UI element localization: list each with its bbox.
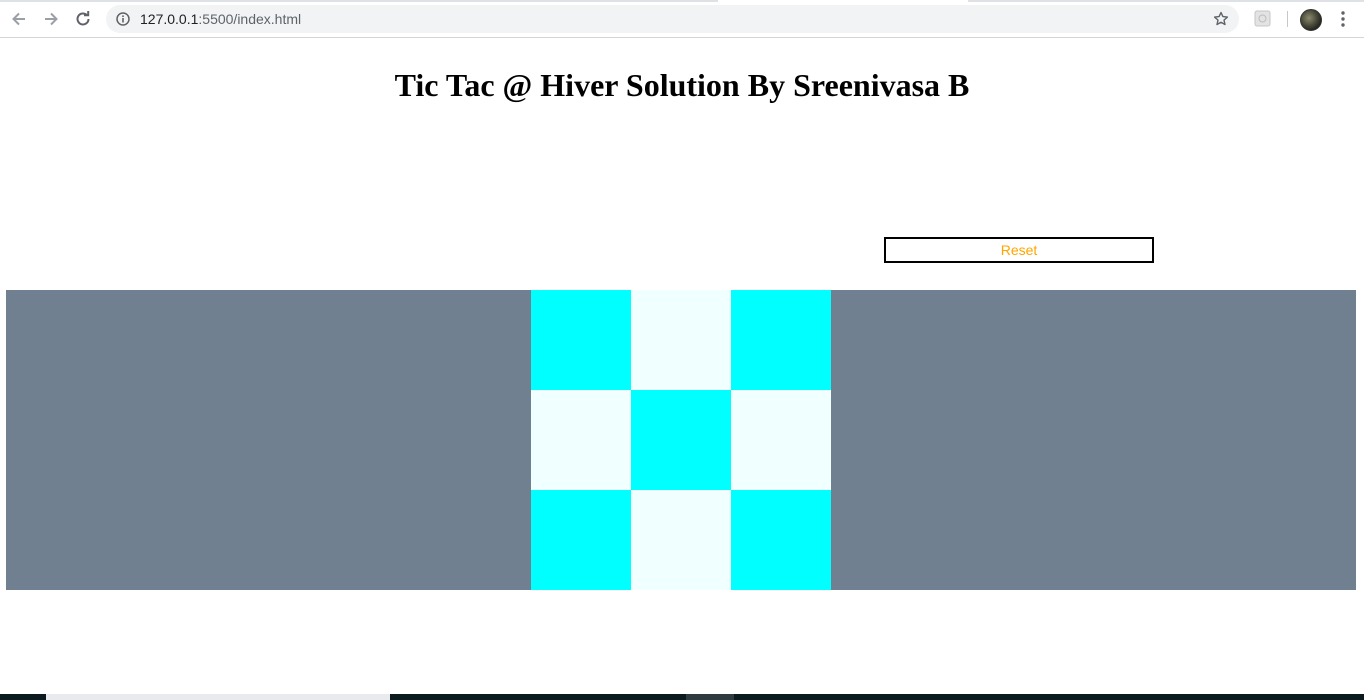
taskbar-item[interactable] (686, 694, 734, 700)
taskbar (0, 694, 1364, 700)
board-cell[interactable] (731, 390, 831, 490)
url-host: 127.0.0.1 (140, 11, 199, 27)
taskbar-item[interactable] (46, 694, 390, 700)
toolbar-separator (1287, 11, 1288, 27)
board-cell[interactable] (531, 290, 631, 390)
board-cell[interactable] (631, 290, 731, 390)
url-text: 127.0.0.1:5500/index.html (140, 11, 301, 27)
board-cell[interactable] (731, 290, 831, 390)
address-bar[interactable]: 127.0.0.1:5500/index.html (106, 5, 1239, 33)
browser-toolbar: 127.0.0.1:5500/index.html (0, 0, 1364, 38)
board-cell[interactable] (531, 390, 631, 490)
board-cell[interactable] (531, 490, 631, 590)
board-cell[interactable] (631, 390, 731, 490)
extension-icon[interactable] (1254, 10, 1271, 27)
forward-arrow-icon[interactable] (39, 7, 63, 31)
tab-strip-edge (0, 0, 718, 2)
tic-tac-toe-board (531, 290, 831, 590)
page-title: Tic Tac @ Hiver Solution By Sreenivasa B (394, 67, 970, 103)
reset-button[interactable]: Reset (884, 237, 1154, 263)
info-icon[interactable] (116, 12, 130, 31)
tab-strip-edge (968, 0, 1364, 2)
board-cell[interactable] (631, 490, 731, 590)
url-path: :5500/index.html (198, 11, 302, 27)
kebab-menu-icon[interactable] (1333, 9, 1353, 29)
board-cell[interactable] (731, 490, 831, 590)
avatar[interactable] (1300, 9, 1322, 31)
back-arrow-icon[interactable] (7, 7, 31, 31)
game-area (6, 290, 1356, 590)
star-icon[interactable] (1213, 11, 1229, 32)
reload-icon[interactable] (71, 7, 95, 31)
